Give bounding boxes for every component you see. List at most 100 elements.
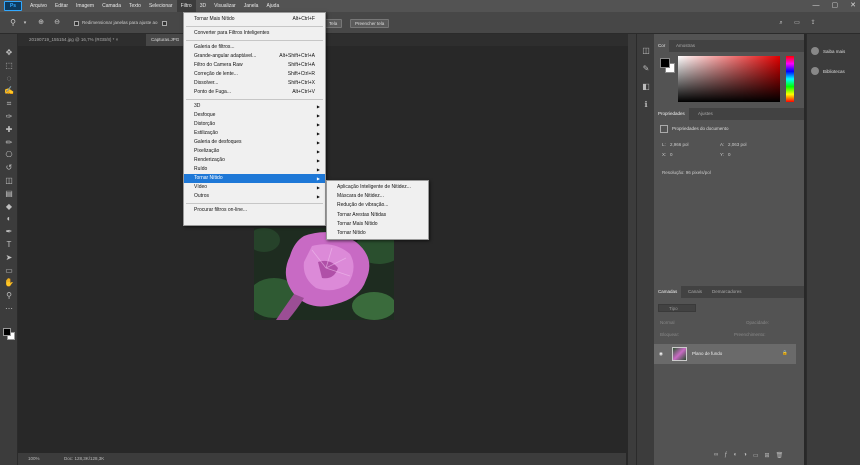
info-icon[interactable]: ℹ <box>641 100 651 110</box>
healing-tool-icon[interactable]: ✚ <box>4 125 14 135</box>
sharpen-submenu-item[interactable]: Tornar Nítido <box>327 229 428 238</box>
pen-tool-icon[interactable]: ✒ <box>4 227 14 237</box>
learn-button[interactable]: Saiba mais <box>811 44 859 58</box>
zoom-out-icon[interactable]: ⊖ <box>52 18 62 28</box>
trash-icon[interactable]: 🗑 <box>776 452 784 462</box>
filter-menu-item[interactable]: Distorção ▶ <box>184 120 325 129</box>
new-layer-icon[interactable]: ⊞ <box>765 452 770 462</box>
shape-tool-icon[interactable]: ▭ <box>4 266 14 276</box>
filter-menu-item[interactable]: Converter para Filtros Inteligentes <box>184 29 325 38</box>
tab-channels[interactable]: Canais <box>684 286 706 298</box>
menu-selecionar[interactable]: Selecionar <box>145 0 177 12</box>
filter-menu-item[interactable]: Dissolver... Shift+Ctrl+X <box>184 79 325 88</box>
filter-menu-item[interactable]: Tornar Mais Nítido Alt+Ctrl+F <box>184 15 325 24</box>
y-value[interactable]: 0 <box>728 152 731 157</box>
filter-menu-item[interactable]: Desfoque ▶ <box>184 111 325 120</box>
zoom-tool-icon[interactable]: ⚲ <box>4 291 14 301</box>
filter-menu-item[interactable]: Filtro do Camera Raw Shift+Ctrl+A <box>184 61 325 70</box>
blend-mode[interactable]: Normal <box>660 320 675 325</box>
quick-select-tool-icon[interactable]: ✍ <box>4 86 14 96</box>
history-icon[interactable]: ◫ <box>641 46 651 56</box>
adjustment-layer-icon[interactable]: ◑ <box>743 452 747 462</box>
filter-menu-item[interactable]: Ruído ▶ <box>184 165 325 174</box>
crop-tool-icon[interactable]: ⌗ <box>4 99 14 109</box>
sharpen-submenu-item[interactable]: Aplicação Inteligente de Nitidez... <box>327 183 428 192</box>
hand-tool-icon[interactable]: ✋ <box>4 278 14 288</box>
libraries-button[interactable]: Bibliotecas <box>811 64 859 78</box>
maximize-icon[interactable]: ▢ <box>832 0 839 12</box>
filter-menu-item[interactable]: Procurar filtros on-line... <box>184 206 325 215</box>
x-value[interactable]: 0 <box>670 152 673 157</box>
filter-menu-item[interactable]: Galeria de desfoques ▶ <box>184 138 325 147</box>
filter-menu-item[interactable]: Correção de lente... Shift+Ctrl+R <box>184 70 325 79</box>
menu-janela[interactable]: Janela <box>240 0 263 12</box>
marquee-tool-icon[interactable]: ⬚ <box>4 61 14 71</box>
foreground-swatch[interactable] <box>3 328 11 336</box>
gradient-tool-icon[interactable]: ▤ <box>4 189 14 199</box>
link-icon[interactable]: ∞ <box>714 452 718 462</box>
blur-tool-icon[interactable]: ◆ <box>4 202 14 212</box>
eraser-tool-icon[interactable]: ◫ <box>4 176 14 186</box>
brush-settings-icon[interactable]: ✎ <box>641 64 651 74</box>
tab-document-1[interactable]: 20190719_155154.jpg @ 16,7% (RGB/8) * × <box>24 34 144 46</box>
layer-row[interactable]: ◉ Plano de fundo 🔒 <box>654 344 796 364</box>
dodge-tool-icon[interactable]: ◐ <box>4 214 14 224</box>
history-brush-tool-icon[interactable]: ↺ <box>4 163 14 173</box>
menu-texto[interactable]: Texto <box>125 0 145 12</box>
tab-properties[interactable]: Propriedades <box>654 108 689 120</box>
menu-ajuda[interactable]: Ajuda <box>262 0 283 12</box>
mask-icon[interactable]: ◐ <box>734 452 738 462</box>
workspace-icon[interactable]: ▭ <box>792 18 802 28</box>
layer-filter-field[interactable]: Tipo <box>658 304 696 312</box>
filter-menu-item[interactable]: Outros ▶ <box>184 192 325 201</box>
filter-menu-item[interactable]: Estilização ▶ <box>184 129 325 138</box>
zoom-all-checkbox[interactable] <box>162 21 167 26</box>
filter-menu-item[interactable]: Tornar Nítido ▶ <box>184 174 325 183</box>
filter-menu-item[interactable]: Grande-angular adaptável... Alt+Shift+Ctr… <box>184 52 325 61</box>
hue-slider[interactable] <box>786 56 794 102</box>
filter-menu-item[interactable]: Renderização ▶ <box>184 156 325 165</box>
folder-icon[interactable]: ▭ <box>753 452 759 462</box>
share-icon[interactable]: ⇪ <box>808 18 818 28</box>
tab-adjustments[interactable]: Ajustes <box>694 108 717 120</box>
menu-camada[interactable]: Camada <box>98 0 125 12</box>
sharpen-submenu-item[interactable]: Tornar Arestas Nítidas <box>327 211 428 220</box>
search-icon[interactable]: ⌕ <box>776 18 786 28</box>
tab-paths[interactable]: Demarcadores <box>708 286 746 298</box>
resize-windows-checkbox[interactable] <box>74 21 79 26</box>
visibility-eye-icon[interactable]: ◉ <box>659 351 663 357</box>
zoom-level[interactable]: 100% <box>28 453 40 465</box>
sharpen-submenu-item[interactable]: Tornar Mais Nítido <box>327 220 428 229</box>
chevron-down-icon[interactable]: ▾ <box>20 18 30 28</box>
fill-screen-button[interactable]: Preencher tela <box>350 19 390 28</box>
sharpen-submenu-item[interactable]: Redução de vibração... <box>327 201 428 210</box>
close-icon[interactable]: ✕ <box>850 0 856 12</box>
minimize-icon[interactable]: — <box>813 0 820 12</box>
adjust-icon[interactable]: ◧ <box>641 82 651 92</box>
filter-menu-item[interactable]: 3D ▶ <box>184 102 325 111</box>
fit-screen-button[interactable]: Tela <box>324 19 343 28</box>
filter-menu-item[interactable]: Ponto de Fuga... Alt+Ctrl+V <box>184 88 325 97</box>
stamp-tool-icon[interactable]: ⎔ <box>4 150 14 160</box>
fx-icon[interactable]: ƒ <box>724 452 727 462</box>
close-icon[interactable]: × <box>116 37 119 42</box>
eyedropper-tool-icon[interactable]: ✑ <box>4 112 14 122</box>
flower-photo[interactable] <box>254 228 394 320</box>
path-select-tool-icon[interactable]: ➤ <box>4 253 14 263</box>
more-tool-icon[interactable]: ⋯ <box>4 304 14 314</box>
zoom-in-icon[interactable]: ⊕ <box>36 18 46 28</box>
width-value[interactable]: 2,966 pol <box>670 142 689 147</box>
type-tool-icon[interactable]: T <box>4 240 14 250</box>
brush-tool-icon[interactable]: ✏ <box>4 138 14 148</box>
lasso-tool-icon[interactable]: ◌ <box>4 74 14 84</box>
filter-menu-item[interactable]: Vídeo ▶ <box>184 183 325 192</box>
move-tool-icon[interactable]: ✥ <box>4 48 14 58</box>
menu-arquivo[interactable]: Arquivo <box>26 0 51 12</box>
color-picker-field[interactable] <box>678 56 780 102</box>
tab-swatches[interactable]: Amostras <box>672 40 699 52</box>
foreground-color[interactable] <box>660 58 670 68</box>
menu-filtro[interactable]: Filtro <box>176 0 196 12</box>
tab-layers[interactable]: Camadas <box>654 286 682 298</box>
menu-imagem[interactable]: Imagem <box>72 0 98 12</box>
filter-menu-item[interactable]: Pixelização ▶ <box>184 147 325 156</box>
